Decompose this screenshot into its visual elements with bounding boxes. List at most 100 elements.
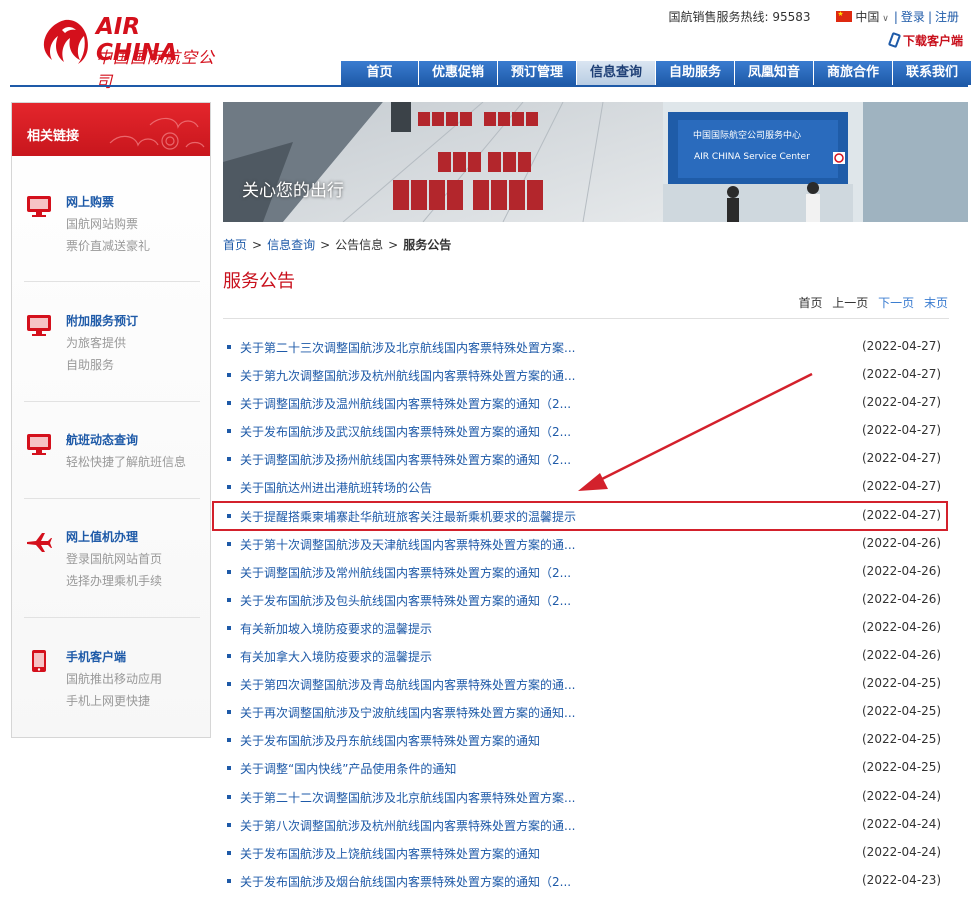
list-item: 关于调整国航涉及常州航线国内客票特殊处置方案的通知（2... (2022-04-2… — [225, 558, 945, 586]
related-links-sidebar: 相关链接 网上购票 国航网站购票 票价直减送豪礼 附加服务预订 为旅客提供 自助… — [11, 102, 211, 738]
announcement-date: (2022-04-26) — [862, 648, 942, 663]
list-item: 关于第四次调整国航涉及青岛航线国内客票特殊处置方案的通... (2022-04-2… — [225, 670, 945, 698]
announcement-link[interactable]: 关于第二十二次调整国航涉及北京航线国内客票特殊处置方案... — [240, 789, 575, 806]
announcement-link[interactable]: 关于再次调整国航涉及宁波航线国内客票特殊处置方案的通知... — [240, 704, 575, 721]
page-title: 服务公告 — [223, 271, 295, 292]
list-item: 关于第十次调整国航涉及天津航线国内客票特殊处置方案的通... (2022-04-2… — [225, 530, 945, 558]
breadcrumb-current: 服务公告 — [403, 238, 452, 252]
sidebar-item-desc: 国航网站购票 — [66, 217, 139, 231]
monitor-icon — [27, 196, 51, 217]
air-china-logo[interactable]: AIR CHINA 中国国际航空公司 — [38, 14, 218, 91]
sidebar-divider — [24, 281, 200, 282]
announcement-link[interactable]: 关于发布国航涉及武汉航线国内客票特殊处置方案的通知（2... — [240, 423, 571, 440]
announcement-date: (2022-04-26) — [862, 563, 942, 578]
breadcrumb-home[interactable]: 首页 — [223, 238, 247, 252]
announcement-date: (2022-04-26) — [862, 619, 942, 634]
announcement-link[interactable]: 关于第八次调整国航涉及杭州航线国内客票特殊处置方案的通... — [240, 817, 575, 834]
bullet-icon — [227, 682, 231, 687]
nav-business-cooperation[interactable]: 商旅合作 — [814, 61, 893, 85]
nav-self-service[interactable]: 自助服务 — [656, 61, 735, 85]
announcement-date: (2022-04-27) — [862, 395, 942, 410]
bullet-icon — [227, 373, 231, 378]
pager-last[interactable]: 末页 — [924, 296, 948, 310]
nav-phoenix-miles[interactable]: 凤凰知音 — [735, 61, 814, 85]
announcement-date: (2022-04-27) — [862, 423, 942, 438]
nav-promotions[interactable]: 优惠促销 — [419, 61, 498, 85]
list-item: 关于第二十二次调整国航涉及北京航线国内客票特殊处置方案... (2022-04-2… — [225, 783, 945, 811]
announcement-date: (2022-04-24) — [862, 788, 942, 803]
sidebar-divider — [24, 401, 200, 402]
announcement-date: (2022-04-27) — [862, 479, 942, 494]
bullet-icon — [227, 710, 231, 715]
list-divider — [223, 318, 949, 319]
announcement-link[interactable]: 关于发布国航涉及丹东航线国内客票特殊处置方案的通知 — [240, 732, 540, 749]
nav-information[interactable]: 信息查询 — [577, 61, 656, 85]
announcement-link[interactable]: 有关新加坡入境防疫要求的温馨提示 — [240, 620, 432, 637]
sidebar-title: 相关链接 — [27, 129, 80, 144]
login-link[interactable]: 登录 — [901, 10, 925, 24]
announcement-link[interactable]: 关于国航达州进出港航班转场的公告 — [240, 479, 432, 496]
service-center-banner: 中国国际航空公司服务中心 AIR CHINA Service Center 关心… — [223, 102, 968, 222]
list-item: 关于第二十三次调整国航涉及北京航线国内客票特殊处置方案... (2022-04-2… — [225, 333, 945, 361]
announcement-link[interactable]: 关于第四次调整国航涉及青岛航线国内客票特殊处置方案的通... — [240, 676, 575, 693]
list-item: 有关加拿大入境防疫要求的温馨提示 (2022-04-26) — [225, 642, 945, 670]
china-flag-icon — [836, 10, 853, 22]
announcement-link[interactable]: 关于调整国航涉及温州航线国内客票特殊处置方案的通知（2... — [240, 395, 571, 412]
list-item: 关于发布国航涉及包头航线国内客票特殊处置方案的通知（2... (2022-04-2… — [225, 586, 945, 614]
breadcrumb-information[interactable]: 信息查询 — [267, 238, 315, 252]
bullet-icon — [227, 850, 231, 855]
announcement-link[interactable]: 关于第十次调整国航涉及天津航线国内客票特殊处置方案的通... — [240, 536, 575, 553]
pager-next[interactable]: 下一页 — [878, 296, 914, 310]
download-app-label: 下载客户端 — [902, 34, 963, 48]
bullet-icon — [227, 794, 231, 799]
bullet-icon — [227, 541, 231, 546]
announcement-link[interactable]: 关于发布国航涉及包头航线国内客票特殊处置方案的通知（2... — [240, 592, 571, 609]
sidebar-item-label: 手机客户端 — [66, 650, 127, 664]
announcement-link[interactable]: 关于发布国航涉及烟台航线国内客票特殊处置方案的通知（2... — [240, 873, 571, 890]
sidebar-item-label: 航班动态查询 — [66, 433, 139, 447]
list-item: 关于调整“国内快线”产品使用条件的通知 (2022-04-25) — [225, 754, 945, 782]
announcement-link[interactable]: 有关加拿大入境防疫要求的温馨提示 — [240, 648, 432, 665]
sidebar-item-desc: 国航推出移动应用 — [66, 672, 163, 686]
announcement-link[interactable]: 关于调整“国内快线”产品使用条件的通知 — [240, 760, 456, 777]
bullet-icon — [227, 738, 231, 743]
sidebar-item-desc: 为旅客提供 — [66, 336, 127, 350]
pager-first: 首页 — [798, 296, 823, 310]
nav-contact-us[interactable]: 联系我们 — [893, 61, 972, 85]
announcement-date: (2022-04-23) — [862, 872, 942, 887]
bullet-icon — [227, 625, 231, 630]
cloud-pattern-icon — [109, 117, 205, 150]
mobile-phone-icon — [32, 650, 46, 672]
sidebar-item-desc: 自助服务 — [66, 358, 115, 372]
list-item: 关于发布国航涉及上饶航线国内客票特殊处置方案的通知 (2022-04-24) — [225, 839, 945, 867]
red-arrow-annotation — [578, 372, 813, 491]
airport-hall-image — [223, 102, 968, 222]
download-app-link[interactable]: 下载客户端 — [887, 31, 963, 49]
region-selector[interactable]: 中国 — [855, 10, 879, 24]
announcement-link[interactable]: 关于发布国航涉及上饶航线国内客票特殊处置方案的通知 — [240, 845, 540, 862]
bullet-icon — [227, 597, 231, 602]
nav-booking-management[interactable]: 预订管理 — [498, 61, 577, 85]
announcement-date: (2022-04-27) — [862, 367, 942, 382]
bullet-icon — [227, 401, 231, 406]
announcement-date: (2022-04-26) — [862, 535, 942, 550]
announcement-date: (2022-04-25) — [862, 704, 942, 719]
announcement-link[interactable]: 关于调整国航涉及扬州航线国内客票特殊处置方案的通知（2... — [240, 451, 571, 468]
announcement-link[interactable]: 关于第二十三次调整国航涉及北京航线国内客票特殊处置方案... — [240, 339, 575, 356]
announcement-date: (2022-04-25) — [862, 732, 942, 747]
announcement-date: (2022-04-25) — [862, 676, 942, 691]
chevron-down-icon[interactable]: ∨ — [879, 14, 889, 24]
service-center-sign-en: AIR CHINA Service Center — [694, 152, 810, 162]
announcement-link[interactable]: 关于调整国航涉及常州航线国内客票特殊处置方案的通知（2... — [240, 564, 571, 581]
breadcrumb-notices[interactable]: 公告信息 — [335, 238, 383, 252]
sidebar-divider — [24, 617, 200, 618]
nav-underline — [10, 85, 968, 87]
announcement-date: (2022-04-27) — [862, 339, 942, 353]
nav-home[interactable]: 首页 — [341, 61, 419, 85]
announcement-link[interactable]: 关于第九次调整国航涉及杭州航线国内客票特殊处置方案的通... — [240, 367, 575, 384]
list-item: 有关新加坡入境防疫要求的温馨提示 (2022-04-26) — [225, 614, 945, 642]
monitor-icon — [27, 434, 51, 455]
register-link[interactable]: 注册 — [935, 10, 959, 24]
top-utility-bar: 国航销售服务热线: 95583 中国 ∨|登录|注册 — [669, 8, 959, 25]
announcement-date: (2022-04-24) — [862, 816, 942, 831]
